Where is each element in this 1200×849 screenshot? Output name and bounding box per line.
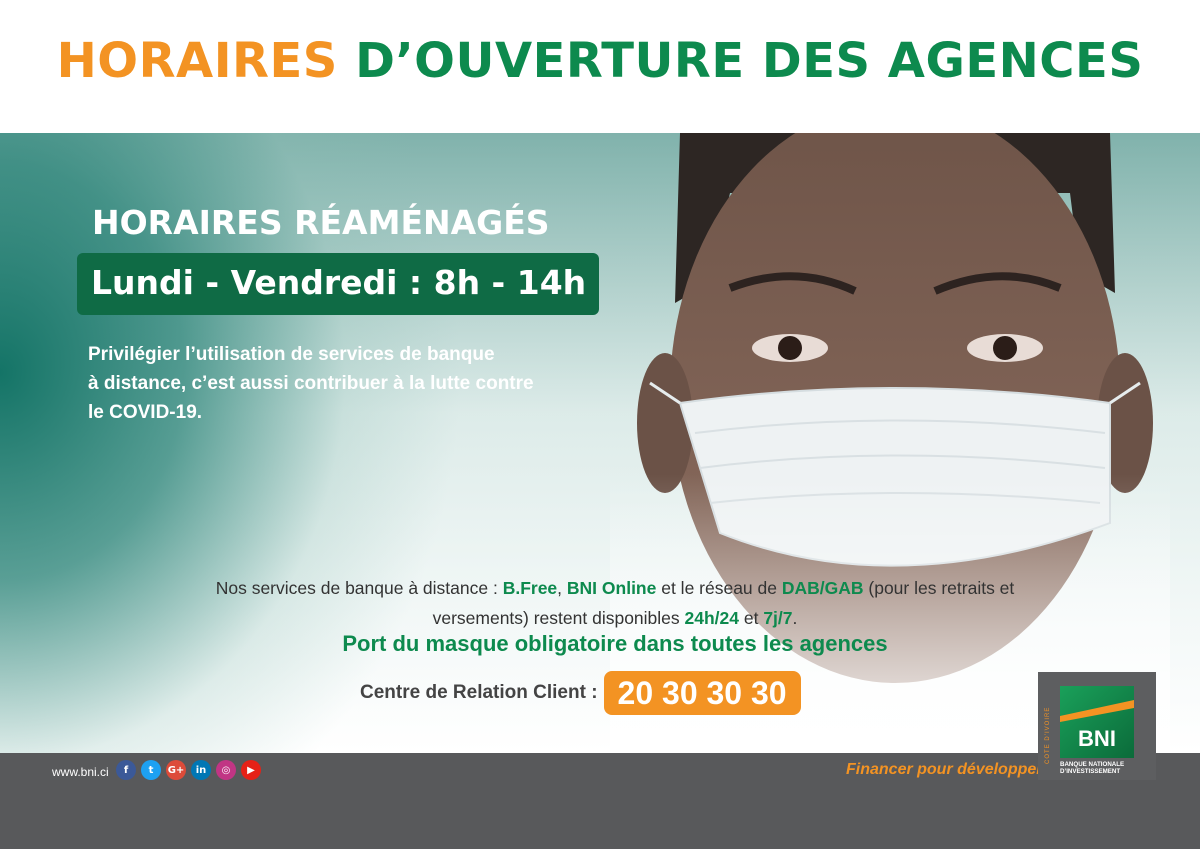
advice-line: Privilégier l’utilisation de services de… <box>88 344 495 365</box>
services-text: et <box>739 608 764 628</box>
website-link[interactable]: www.bni.ci <box>52 765 109 779</box>
logo-subtext-line: D’INVESTISSEMENT <box>1060 768 1121 775</box>
services-text: . <box>792 608 798 628</box>
availability-24h-highlight: 24h/24 <box>684 608 739 628</box>
google-plus-icon[interactable]: G+ <box>166 760 186 780</box>
services-text: (pour les retraits et <box>863 578 1015 598</box>
services-line-2: versements) restent disponibles 24h/24 e… <box>150 603 1080 633</box>
instagram-icon[interactable]: ◎ <box>216 760 236 780</box>
mask-requirement-notice: Port du masque obligatoire dans toutes l… <box>342 631 888 656</box>
page-title: HORAIRES D’OUVERTURE DES AGENCES <box>57 33 1144 89</box>
section-subtitle: HORAIRES RÉAMÉNAGÉS <box>92 203 550 242</box>
advice-line: à distance, c’est aussi contribuer à la … <box>88 373 534 394</box>
facebook-icon[interactable]: f <box>116 760 136 780</box>
youtube-icon[interactable]: ▶ <box>241 760 261 780</box>
masked-woman-portrait <box>610 133 1170 753</box>
dab-gab-highlight: DAB/GAB <box>781 578 864 598</box>
footer-bar: www.bni.ci f t G+ in ◎ ▶ Financer pour d… <box>0 753 1200 849</box>
twitter-icon[interactable]: t <box>141 760 161 780</box>
bni-logo-icon: BNI <box>1060 686 1134 758</box>
bni-online-highlight: BNI Online <box>566 578 657 598</box>
advice-line: le COVID-19. <box>88 402 203 423</box>
social-links: f t G+ in ◎ ▶ <box>116 760 261 780</box>
crc-phone-number[interactable]: 20 30 30 30 <box>603 671 801 715</box>
advice-text: Privilégier l’utilisation de services de… <box>88 340 648 427</box>
services-text: versements) restent disponibles <box>432 608 685 628</box>
title-part-orange: HORAIRES <box>56 32 338 89</box>
logo-subtext-line: BANQUE NATIONALE <box>1060 761 1125 768</box>
services-text: et le réseau de <box>656 578 782 598</box>
title-part-green: D’OUVERTURE DES AGENCES <box>355 32 1144 89</box>
logo-wordmark: BNI <box>1078 726 1116 751</box>
hero-section: HORAIRES RÉAMÉNAGÉS Lundi - Vendredi : 8… <box>0 133 1200 753</box>
logo-subtext: BANQUE NATIONALE D’INVESTISSEMENT <box>1060 761 1152 775</box>
header-banner: HORAIRES D’OUVERTURE DES AGENCES <box>0 0 1200 133</box>
opening-hours-badge: Lundi - Vendredi : 8h - 14h <box>77 253 599 315</box>
logo-country-text: CÔTE D’IVOIRE <box>1045 706 1051 764</box>
services-text: Nos services de banque à distance : <box>215 578 503 598</box>
crc-label: Centre de Relation Client : <box>360 682 598 703</box>
remote-services-text: Nos services de banque à distance : B.Fr… <box>150 573 1080 633</box>
linkedin-icon[interactable]: in <box>191 760 211 780</box>
services-line-1: Nos services de banque à distance : B.Fr… <box>150 573 1080 603</box>
services-separator: , <box>557 578 567 598</box>
bfree-highlight: B.Free <box>502 578 558 598</box>
brand-slogan: Financer pour développer <box>846 761 1043 778</box>
availability-7j-highlight: 7j/7 <box>763 608 793 628</box>
customer-relation-center: Centre de Relation Client : 20 30 30 30 <box>360 671 801 715</box>
